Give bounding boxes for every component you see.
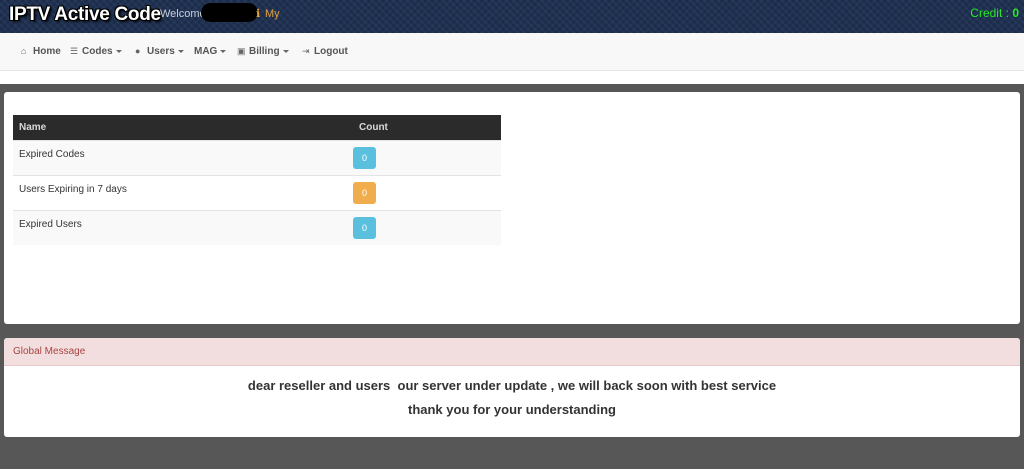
global-message-line-1: dear reseller and users our server under…	[247, 378, 777, 393]
main-nav: ⌂ Home ☰ Codes ● Users MAG ▣ Billing ⇥ Logout	[0, 33, 1024, 71]
nav-codes-label: Codes	[82, 46, 113, 57]
money-icon: ▣	[237, 46, 246, 56]
nav-logout[interactable]: ⇥ Logout	[302, 46, 348, 57]
nav-home[interactable]: ⌂ Home	[21, 46, 61, 57]
nav-billing[interactable]: ▣ Billing	[237, 46, 289, 57]
credit-label: Credit :	[970, 6, 1009, 20]
logout-icon: ⇥	[302, 46, 310, 56]
nav-users-label: Users	[147, 46, 175, 57]
table-row: Expired Users 0	[13, 209, 501, 245]
count-badge[interactable]: 0	[353, 216, 376, 239]
nav-codes[interactable]: ☰ Codes	[70, 46, 122, 57]
chevron-down-icon	[220, 49, 227, 53]
nav-home-label: Home	[33, 46, 61, 57]
top-header: IPTV Active Code Welcome ℹ My Credit : 0	[0, 0, 1024, 33]
nav-billing-label: Billing	[249, 46, 280, 57]
column-header-count: Count	[353, 115, 501, 140]
chevron-down-icon	[115, 49, 122, 53]
brand-logo[interactable]: IPTV Active Code	[9, 4, 161, 26]
global-message-panel: Global Message dear reseller and users o…	[4, 338, 1020, 437]
redacted-username	[201, 3, 258, 22]
list-icon: ☰	[70, 46, 79, 56]
count-badge[interactable]: 0	[353, 146, 376, 169]
user-icon: ●	[135, 46, 141, 56]
nav-users[interactable]: ● Users	[135, 46, 184, 57]
column-header-name: Name	[13, 115, 353, 140]
table-row: Expired Codes 0	[13, 139, 501, 175]
nav-mag[interactable]: MAG	[194, 46, 227, 57]
global-message-line-2: thank you for your understanding	[407, 402, 616, 417]
table-row: Users Expiring in 7 days 0	[13, 174, 501, 210]
nav-logout-label: Logout	[314, 46, 348, 57]
credit-display: Credit : 0	[970, 6, 1019, 20]
welcome-label: Welcome	[160, 8, 206, 20]
row-name: Users Expiring in 7 days	[13, 174, 353, 210]
row-name: Expired Codes	[13, 139, 353, 175]
global-message-heading: Global Message	[4, 338, 1020, 366]
row-name: Expired Users	[13, 209, 353, 245]
stats-table: Name Count Expired Codes 0 Users Expirin…	[13, 115, 501, 245]
info-icon: ℹ	[256, 8, 261, 20]
chevron-down-icon	[282, 49, 289, 53]
my-account-link[interactable]: My	[265, 8, 280, 20]
nav-mag-label: MAG	[194, 46, 218, 57]
chevron-down-icon	[177, 49, 184, 53]
credit-value: 0	[1012, 6, 1019, 20]
table-header-row: Name Count	[13, 115, 501, 140]
home-icon: ⌂	[21, 46, 27, 56]
count-badge[interactable]: 0	[353, 181, 376, 204]
